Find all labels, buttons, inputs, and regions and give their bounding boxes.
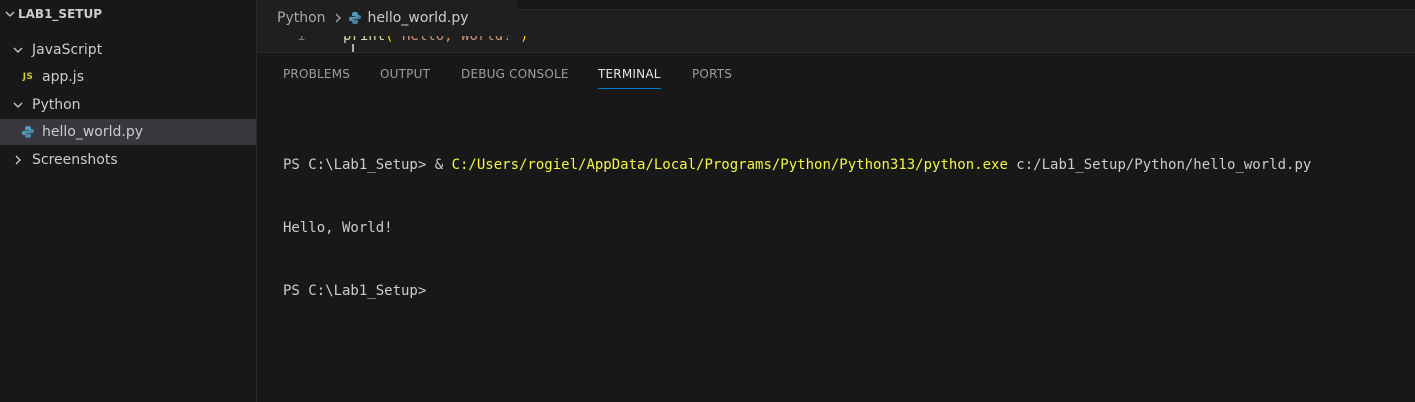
tab-terminal[interactable]: TERMINAL	[598, 67, 661, 89]
explorer-root-label: LAB1_SETUP	[18, 7, 102, 21]
terminal-output[interactable]: PS C:\Lab1_Setup> & C:/Users/rogiel/AppD…	[283, 113, 1403, 344]
sidebar-item-screenshots[interactable]: Screenshots	[0, 147, 256, 173]
tab-strip-edge	[517, 0, 1415, 10]
active-tab-underline	[598, 88, 661, 89]
terminal-call-operator: &	[434, 157, 452, 173]
python-file-icon	[20, 124, 36, 140]
breadcrumb-folder[interactable]: Python	[277, 10, 326, 26]
chevron-right-icon	[332, 12, 344, 24]
sidebar-item-hello-world-py[interactable]: hello_world.py	[0, 119, 256, 145]
explorer-sidebar: LAB1_SETUP JavaScript JS app.js Python h…	[0, 0, 257, 402]
bottom-panel: PROBLEMS OUTPUT DEBUG CONSOLE TERMINAL P…	[257, 52, 1415, 402]
sidebar-item-label: Screenshots	[32, 152, 118, 168]
tab-output[interactable]: OUTPUT	[380, 67, 430, 81]
breadcrumb-file[interactable]: hello_world.py	[368, 10, 469, 26]
tab-problems[interactable]: PROBLEMS	[283, 67, 350, 81]
chevron-down-icon	[10, 42, 26, 58]
explorer-root-folder[interactable]: LAB1_SETUP	[0, 0, 257, 28]
tab-ports[interactable]: PORTS	[692, 67, 732, 81]
vscode-window: LAB1_SETUP JavaScript JS app.js Python h…	[0, 0, 1415, 402]
chevron-down-icon	[2, 6, 18, 22]
terminal-executable: C:/Users/rogiel/AppData/Local/Programs/P…	[451, 157, 1008, 173]
sidebar-item-label: JavaScript	[32, 42, 103, 58]
terminal-line-output: Hello, World!	[283, 220, 393, 236]
panel-tabs: PROBLEMS OUTPUT DEBUG CONSOLE TERMINAL P…	[257, 53, 1415, 89]
sidebar-item-app-js[interactable]: JS app.js	[0, 64, 256, 90]
terminal-line-prompt: PS C:\Lab1_Setup>	[283, 283, 427, 299]
sidebar-item-label: hello_world.py	[42, 124, 144, 140]
chevron-right-icon	[10, 152, 26, 168]
sidebar-item-python[interactable]: Python	[0, 92, 256, 118]
js-file-icon: JS	[22, 72, 34, 82]
tab-debug-console[interactable]: DEBUG CONSOLE	[461, 67, 569, 81]
sidebar-item-label: app.js	[42, 69, 84, 85]
sidebar-item-label: Python	[32, 97, 81, 113]
chevron-down-icon	[10, 97, 26, 113]
python-file-icon	[348, 11, 362, 25]
terminal-argument: c:/Lab1_Setup/Python/hello_world.py	[1007, 157, 1312, 173]
terminal-line-command: PS C:\Lab1_Setup> & C:/Users/rogiel/AppD…	[283, 155, 1403, 176]
sidebar-item-javascript[interactable]: JavaScript	[0, 37, 256, 63]
terminal-prompt: PS C:\Lab1_Setup>	[283, 157, 435, 173]
editor-area[interactable]: 1 print("Hello, World!") Python hello_wo…	[257, 0, 1415, 52]
